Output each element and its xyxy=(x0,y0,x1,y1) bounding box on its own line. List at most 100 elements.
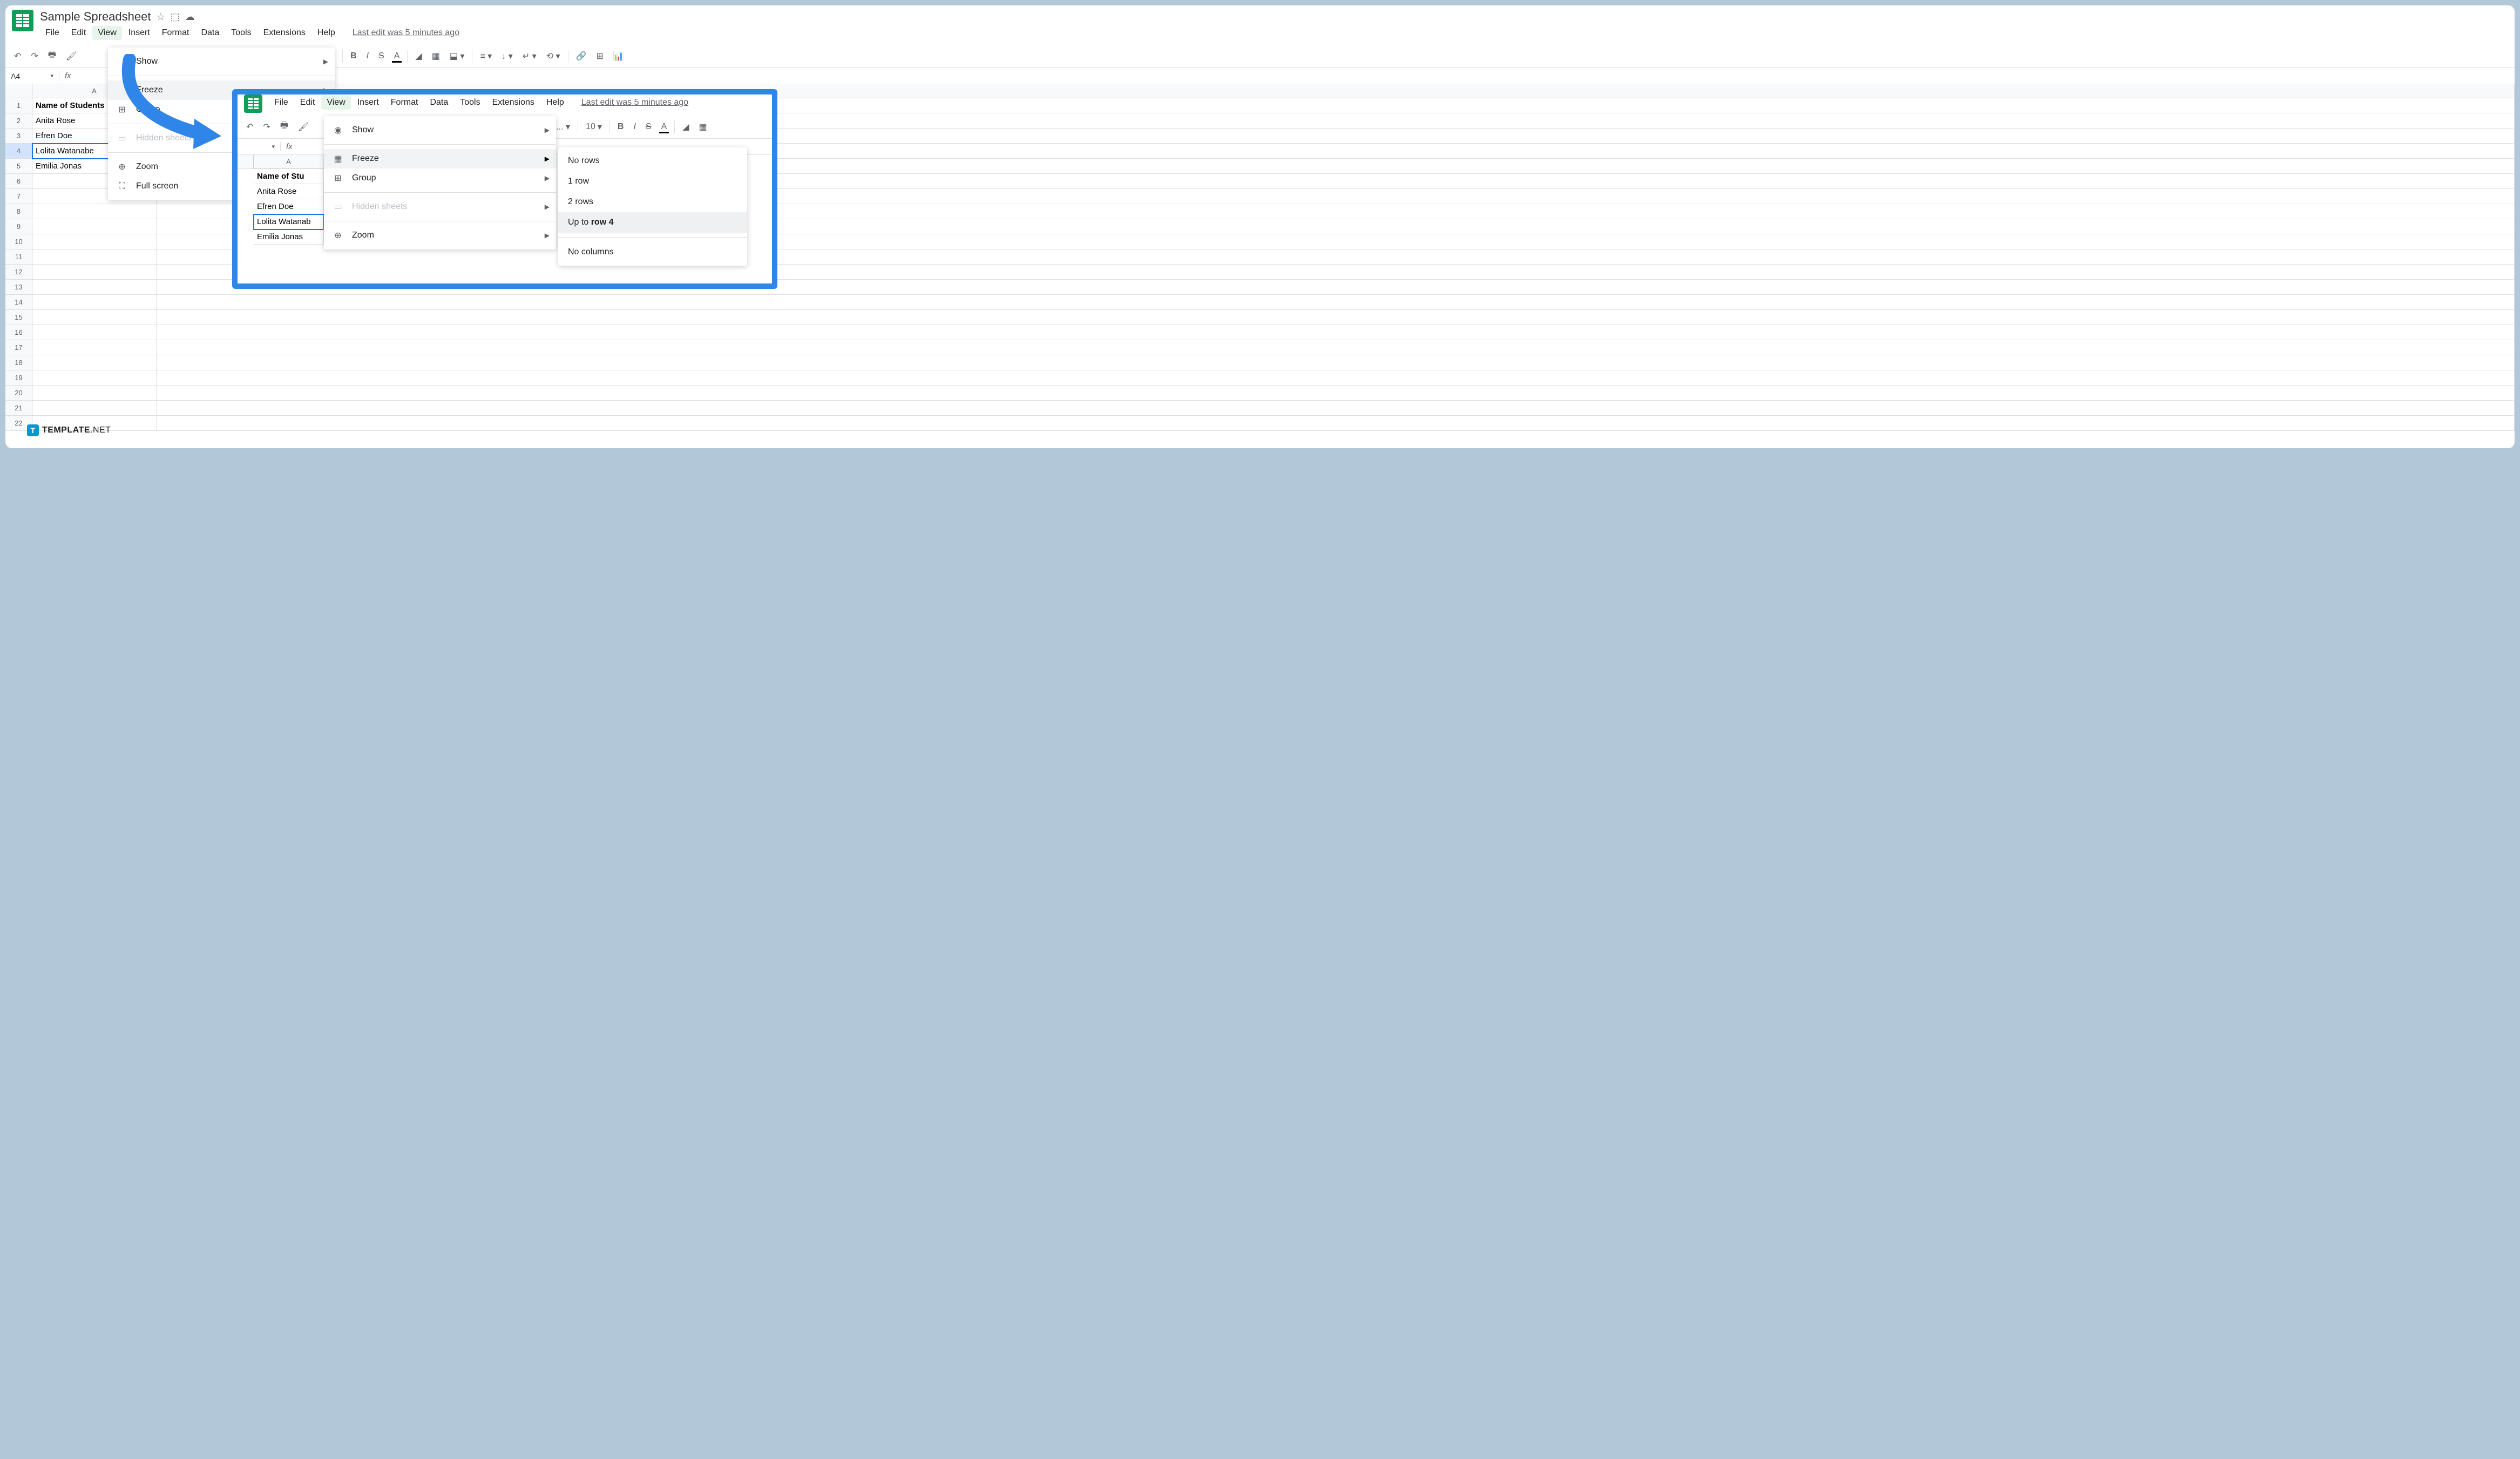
view-show[interactable]: ◉ Show ▶ xyxy=(324,120,556,140)
row-header[interactable]: 21 xyxy=(5,401,32,416)
freeze-2-rows[interactable]: 2 rows xyxy=(558,192,747,212)
italic-icon[interactable]: I xyxy=(364,49,371,63)
row-header[interactable]: 12 xyxy=(5,265,32,280)
cell[interactable] xyxy=(32,219,157,234)
more-fonts-dropdown[interactable]: ... ▾ xyxy=(554,119,572,134)
wrap-icon[interactable]: ↵ ▾ xyxy=(520,49,539,64)
h-align-icon[interactable]: ≡ ▾ xyxy=(478,49,494,64)
menu-edit[interactable]: Edit xyxy=(66,26,92,40)
menu-format[interactable]: Format xyxy=(157,26,195,40)
row-header[interactable]: 5 xyxy=(5,159,32,174)
freeze-no-columns[interactable]: No columns xyxy=(558,242,747,262)
view-show[interactable]: Show ▶ xyxy=(108,52,335,71)
cell[interactable] xyxy=(157,416,2515,431)
borders-icon[interactable]: ▦ xyxy=(697,119,709,134)
font-size-dropdown[interactable]: 10 ▾ xyxy=(584,119,604,134)
row-header[interactable]: 20 xyxy=(5,386,32,401)
cell[interactable] xyxy=(32,386,157,401)
strikethrough-icon[interactable]: S xyxy=(643,120,654,134)
row-header[interactable]: 1 xyxy=(5,98,32,113)
cell[interactable] xyxy=(32,234,157,249)
move-folder-icon[interactable]: ⬚ xyxy=(171,11,180,23)
print-icon[interactable]: 🖶 xyxy=(46,46,58,65)
comment-icon[interactable]: ⊞ xyxy=(594,49,605,64)
undo-icon[interactable]: ↶ xyxy=(244,119,255,134)
row-header[interactable]: 19 xyxy=(5,370,32,386)
merge-cells-icon[interactable]: ⬓ ▾ xyxy=(448,49,467,64)
redo-icon[interactable]: ↷ xyxy=(29,49,40,64)
undo-icon[interactable]: ↶ xyxy=(12,49,23,64)
row-header[interactable]: 6 xyxy=(5,174,32,189)
cell[interactable]: Name of Stu xyxy=(254,169,324,184)
print-icon[interactable]: 🖶 xyxy=(278,117,290,136)
bold-icon[interactable]: B xyxy=(348,49,359,63)
menu-edit[interactable]: Edit xyxy=(295,96,321,110)
row-header[interactable]: 7 xyxy=(5,189,32,204)
select-all-corner[interactable] xyxy=(238,155,254,169)
cell[interactable] xyxy=(32,340,157,355)
name-box[interactable]: ▾ xyxy=(238,142,281,151)
cell[interactable] xyxy=(32,265,157,280)
row-header[interactable]: 8 xyxy=(5,204,32,219)
row-header[interactable]: 4 xyxy=(5,144,32,159)
strikethrough-icon[interactable]: S xyxy=(376,49,387,63)
freeze-1-row[interactable]: 1 row xyxy=(558,171,747,192)
menu-insert[interactable]: Insert xyxy=(123,26,155,40)
menu-file[interactable]: File xyxy=(269,96,294,110)
borders-icon[interactable]: ▦ xyxy=(430,49,442,64)
name-box[interactable]: A4▾ xyxy=(5,71,59,82)
freeze-up-to-row[interactable]: Up to row 4 xyxy=(558,212,747,233)
view-zoom[interactable]: ⊕ Zoom ▶ xyxy=(324,226,556,245)
row-header[interactable]: 18 xyxy=(5,355,32,370)
cell[interactable] xyxy=(32,401,157,416)
menu-help[interactable]: Help xyxy=(541,96,570,110)
cell[interactable] xyxy=(157,355,2515,370)
bold-icon[interactable]: B xyxy=(615,120,626,134)
link-icon[interactable]: 🔗 xyxy=(574,49,589,64)
star-icon[interactable]: ☆ xyxy=(156,11,165,23)
row-header[interactable]: 2 xyxy=(5,113,32,129)
menu-tools[interactable]: Tools xyxy=(226,26,256,40)
doc-title[interactable]: Sample Spreadsheet xyxy=(40,10,151,24)
cell[interactable] xyxy=(32,370,157,386)
paint-format-icon[interactable]: 🖌 xyxy=(64,49,79,64)
cell[interactable]: Lolita Watanab xyxy=(254,214,324,229)
text-color-icon[interactable]: A xyxy=(659,120,669,133)
menu-view[interactable]: View xyxy=(92,26,121,40)
formula-input[interactable] xyxy=(77,68,2515,84)
cell[interactable]: Emilia Jonas xyxy=(254,229,324,245)
menu-file[interactable]: File xyxy=(40,26,65,40)
last-edit-link[interactable]: Last edit was 5 minutes ago xyxy=(581,98,688,107)
menu-tools[interactable]: Tools xyxy=(455,96,485,110)
cell[interactable]: Efren Doe xyxy=(254,199,324,214)
rotate-icon[interactable]: ⟲ ▾ xyxy=(544,49,563,64)
v-align-icon[interactable]: ↓ ▾ xyxy=(499,49,514,64)
cell[interactable] xyxy=(32,249,157,265)
menu-extensions[interactable]: Extensions xyxy=(258,26,311,40)
cell[interactable] xyxy=(157,310,2515,325)
cell[interactable] xyxy=(32,295,157,310)
cell[interactable] xyxy=(157,370,2515,386)
paint-format-icon[interactable]: 🖌 xyxy=(296,119,311,134)
view-freeze[interactable]: ▦ Freeze ▶ xyxy=(324,149,556,168)
row-header[interactable]: 17 xyxy=(5,340,32,355)
sheets-logo[interactable] xyxy=(12,10,33,31)
cell[interactable] xyxy=(32,310,157,325)
fill-color-icon[interactable]: ◢ xyxy=(680,119,691,134)
menu-insert[interactable]: Insert xyxy=(352,96,384,110)
row-header[interactable]: 13 xyxy=(5,280,32,295)
row-header[interactable]: 14 xyxy=(5,295,32,310)
view-group[interactable]: ⊞ Group ▶ xyxy=(324,168,556,188)
cell[interactable]: Anita Rose xyxy=(254,184,324,199)
freeze-no-rows[interactable]: No rows xyxy=(558,151,747,171)
menu-view[interactable]: View xyxy=(321,96,350,110)
redo-icon[interactable]: ↷ xyxy=(261,119,272,134)
row-header[interactable]: 3 xyxy=(5,129,32,144)
cell[interactable] xyxy=(157,295,2515,310)
text-color-icon[interactable]: A xyxy=(392,49,402,63)
row-header[interactable]: 9 xyxy=(5,219,32,234)
cell[interactable] xyxy=(32,204,157,219)
menu-data[interactable]: Data xyxy=(424,96,453,110)
cell[interactable] xyxy=(157,386,2515,401)
italic-icon[interactable]: I xyxy=(631,120,638,134)
